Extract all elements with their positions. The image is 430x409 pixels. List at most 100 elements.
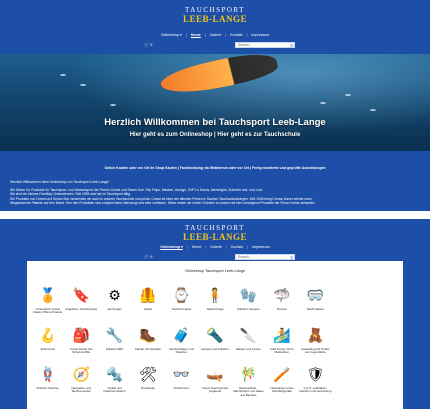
category-tile[interactable]: 🛠 Ersatzteile: [131, 364, 164, 397]
category-label: Zubehör ABC: [105, 346, 124, 351]
category-tile[interactable]: 🧍 Tauchanzüge: [198, 285, 231, 315]
nav-onlineshop[interactable]: Onlineshop ▾: [161, 33, 182, 37]
category-label: Schnorchel: [40, 346, 55, 351]
shop-screenshot: TAUCHSPORT LEEB-LANGE Onlineshop ▾ | Hom…: [0, 219, 430, 409]
nav-impressum[interactable]: Impressum: [252, 245, 270, 249]
nav-galerie[interactable]: Galerie: [210, 245, 222, 249]
shop-category-panel: Onlineshop Tauchsport Leeb-Lange 🏅 Unters…: [27, 261, 403, 409]
nav-impressum[interactable]: Impressum: [251, 33, 269, 37]
category-tile[interactable]: 🛶 Cressi Tauchsportart Angebote: [198, 364, 231, 397]
category-tile[interactable]: 🥽 Tauchmasken: [299, 285, 332, 315]
category-tile[interactable]: 👓 Schwimmen: [165, 364, 198, 397]
search-icon[interactable]: ⚲: [290, 255, 293, 260]
category-tile[interactable]: 🪥 Heimsäulen eines Kanufahrgeräte: [265, 364, 298, 397]
category-tile[interactable]: ⚙ Atemregler: [98, 285, 131, 315]
search-placeholder: Search...: [238, 43, 253, 47]
cart-button[interactable]: 🛒 0: [144, 254, 152, 259]
kids-set-icon: 🎒: [72, 326, 90, 343]
hero-title: Herzlich Willkommen bei Tauchsport Leeb-…: [104, 117, 326, 128]
spare-parts-icon: 🛠: [139, 366, 157, 383]
compass-icon: 🧭: [72, 366, 90, 383]
site-logo[interactable]: TAUCHSPORT LEEB-LANGE: [0, 225, 430, 242]
hero-banner: Herzlich Willkommen bei Tauchsport Leeb-…: [0, 54, 430, 151]
intro-text: Herzlich Willkommen beim Onlineshop von …: [10, 180, 316, 206]
valve-icon: 🔩: [105, 366, 124, 383]
category-tile[interactable]: 🔩 Ventile und Flaschenzubehör: [98, 364, 131, 397]
nav-home[interactable]: Home: [191, 33, 201, 37]
category-label: C.A.S. Leibhaben, Flechten und Ausrüstun…: [299, 386, 332, 394]
wetsuit-icon: 🧍: [206, 287, 224, 303]
category-label: Lampen und Zubehör: [201, 346, 229, 351]
category-label: Flossen: [276, 307, 287, 311]
category-tile[interactable]: 🦺 Jacket: [131, 285, 164, 315]
dive-lamp-icon: 🔦: [206, 326, 224, 343]
nav-kontakt[interactable]: Kontakt: [231, 245, 243, 249]
nav-galerie[interactable]: Galerie: [210, 33, 222, 37]
swim-goggles-icon: 👓: [172, 366, 191, 383]
inflatable-icon: 🛶: [206, 366, 224, 383]
brush-icon: 🪥: [273, 366, 291, 383]
main-nav: Onlineshop ▾ | Home | Galerie | Kontakt …: [160, 33, 270, 37]
nav-kontakt[interactable]: Kontakt: [230, 33, 242, 37]
cart-icon: 🛒: [144, 42, 149, 47]
fin-image: [158, 54, 280, 102]
category-tile[interactable]: 🏄 Hadi Anzug / Kit & Markreihen: [265, 325, 298, 355]
category-tile[interactable]: 🔪 Messer und Leinen: [232, 325, 265, 355]
category-tile[interactable]: 🏅 Unterstützer Cressi Dealer Offene Produ…: [31, 285, 64, 315]
category-label: Ausstattung für Kinder und Jugendliche: [301, 346, 330, 354]
category-tile[interactable]: 🔧 Zubehör ABC: [98, 325, 131, 355]
category-label: Messer und Leinen: [236, 346, 261, 351]
category-tile[interactable]: 🛡 C.A.S. Leibhaben, Flechten und Ausrüstu…: [299, 364, 332, 397]
panel-title: Onlineshop Tauchsport Leeb-Lange: [184, 269, 246, 273]
category-tile[interactable]: 🔦 Lampen und Zubehör: [198, 325, 231, 355]
logo-line1: TAUCHSPORT: [185, 6, 245, 14]
category-tile[interactable]: 🎋 BambusDeal - Zahnbürsten und Haare aus …: [232, 364, 265, 397]
category-tile[interactable]: ⌚ Tauchcomputer: [165, 285, 198, 315]
hero-links[interactable]: Hier geht es zum Onlineshop | Hier geht …: [0, 132, 430, 138]
category-tile-empty: [332, 325, 365, 355]
category-tile[interactable]: 🎒 Cressi Kinder Set Schwimmhilfe: [64, 325, 97, 355]
category-label: Schwimmen: [173, 386, 190, 391]
service-tagline: Online Kaufen oder vor Ort im Shop Kaufe…: [104, 166, 326, 170]
logo-line2: LEEB-LANGE: [182, 14, 247, 24]
dive-mask-icon: 🥽: [306, 287, 325, 303]
snorkel-icon: 🪝: [39, 326, 57, 343]
homepage-screenshot: TAUCHSPORT LEEB-LANGE Onlineshop ▾ | Hom…: [0, 0, 430, 211]
category-tile[interactable]: 🥾 Kanäle | Proberollen: [131, 325, 164, 355]
category-tile[interactable]: 🪢 Zubehör Tauchen: [31, 364, 64, 397]
search-input[interactable]: Search... ⚲: [235, 42, 295, 48]
category-tile[interactable]: 🧭 Navigation und Tauchcomputer: [64, 364, 97, 397]
category-tile-empty: [366, 364, 399, 397]
category-label: Unterstützer Cressi Dealer Offene Produk…: [33, 307, 63, 315]
category-tile[interactable]: 🧳 Tauchschlagen und Flaschen: [165, 325, 198, 355]
neoprene-glove-icon: 🧤: [239, 287, 258, 303]
dive-accessory-icon: 🪢: [39, 366, 57, 383]
category-label: Cressi Kinder Set Schwimmhilfe: [69, 346, 93, 354]
category-tile[interactable]: 🦈 Flossen: [265, 285, 298, 315]
category-label: Cressi Tauchsportart Angebote: [201, 386, 229, 394]
top-offer-badge-icon: 🔖: [72, 287, 90, 303]
category-label: Ersatzteile: [141, 386, 155, 391]
category-tile-empty: [366, 285, 399, 315]
site-logo[interactable]: TAUCHSPORT LEEB-LANGE: [0, 7, 430, 24]
main-nav: Onlineshop ▾ | Home | Galerie | Kontakt …: [160, 245, 270, 249]
search-icon[interactable]: ⚲: [290, 43, 293, 48]
category-tile[interactable]: 🧸 Ausstattung für Kinder und Jugendliche: [299, 325, 332, 355]
bcd-jacket-icon: 🦺: [139, 287, 157, 303]
emblem-icon: 🛡: [306, 366, 325, 383]
category-tile[interactable]: 🪝 Schnorchel: [31, 325, 64, 355]
category-label: Ventile und Flaschenzubehör: [103, 386, 126, 394]
category-label: Tauchmasken: [306, 307, 325, 311]
nav-onlineshop[interactable]: Onlineshop ▾: [160, 245, 183, 249]
accessory-icon: 🔧: [105, 326, 124, 343]
category-tile[interactable]: 🔖 Angebote | Sonderpreise: [64, 285, 97, 315]
category-tile-empty: [366, 325, 399, 355]
cart-button[interactable]: 🛒 0: [144, 42, 152, 47]
regulator-icon: ⚙: [108, 287, 121, 303]
category-tile[interactable]: 🧤 Zubehör Neopren: [232, 285, 265, 315]
search-input[interactable]: Search... ⚲: [235, 254, 295, 260]
kids-gear-icon: 🧸: [306, 326, 325, 343]
category-tile-empty: [332, 285, 365, 315]
nav-home[interactable]: Home: [192, 245, 202, 249]
boots-icon: 🥾: [139, 326, 157, 343]
